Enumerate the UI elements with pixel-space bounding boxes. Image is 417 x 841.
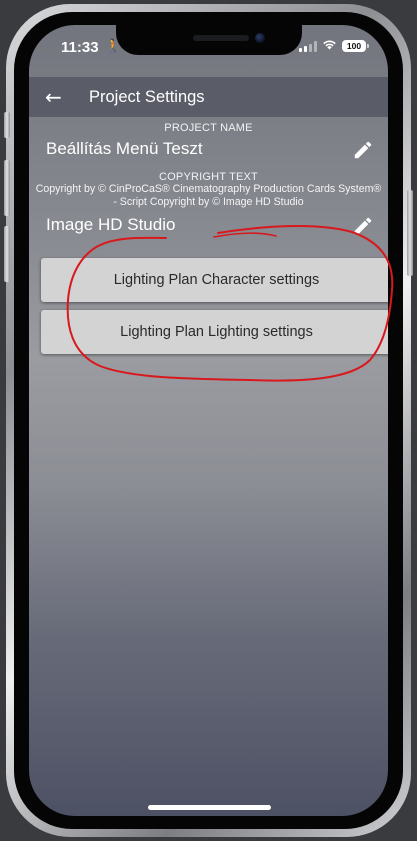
battery-icon: 100: [342, 40, 369, 52]
copyright-value: Image HD Studio: [46, 215, 176, 234]
lighting-plan-character-settings-button[interactable]: Lighting Plan Character settings: [41, 258, 388, 302]
copyright-text: Copyright by © CinProCaS® Cinematography…: [35, 183, 382, 208]
earpiece-speaker: [193, 35, 249, 41]
screenshot-canvas: 11:33 🚶 100 ← Project Settings PROJECT N…: [0, 0, 417, 841]
copyright-label: COPYRIGHT TEXT: [159, 171, 258, 183]
edit-project-name-icon[interactable]: [352, 139, 374, 161]
copyright-row: Image HD Studio: [29, 210, 388, 240]
mute-switch: [4, 112, 10, 138]
back-arrow-icon[interactable]: ←: [45, 87, 85, 107]
project-name-row: Beállítás Menü Teszt: [29, 134, 388, 164]
signal-icon: [299, 40, 317, 52]
power-button: [407, 190, 413, 276]
status-indicators: 100: [299, 39, 369, 53]
front-camera: [255, 33, 265, 43]
edit-copyright-icon[interactable]: [352, 215, 374, 237]
page-title: Project Settings: [89, 87, 205, 106]
settings-content: PROJECT NAME Beállítás Menü Teszt COPYRI…: [29, 117, 388, 240]
status-time: 11:33: [61, 39, 99, 56]
volume-down-button: [4, 226, 10, 282]
project-name-label: PROJECT NAME: [164, 122, 253, 134]
wifi-icon: [322, 39, 337, 53]
lighting-plan-lighting-settings-button[interactable]: Lighting Plan Lighting settings: [41, 310, 388, 354]
app-bar: ← Project Settings: [29, 77, 388, 117]
phone-screen: 11:33 🚶 100 ← Project Settings PROJECT N…: [29, 25, 388, 816]
project-name-value: Beállítás Menü Teszt: [46, 139, 203, 158]
volume-up-button: [4, 160, 10, 216]
home-indicator[interactable]: [148, 805, 271, 810]
